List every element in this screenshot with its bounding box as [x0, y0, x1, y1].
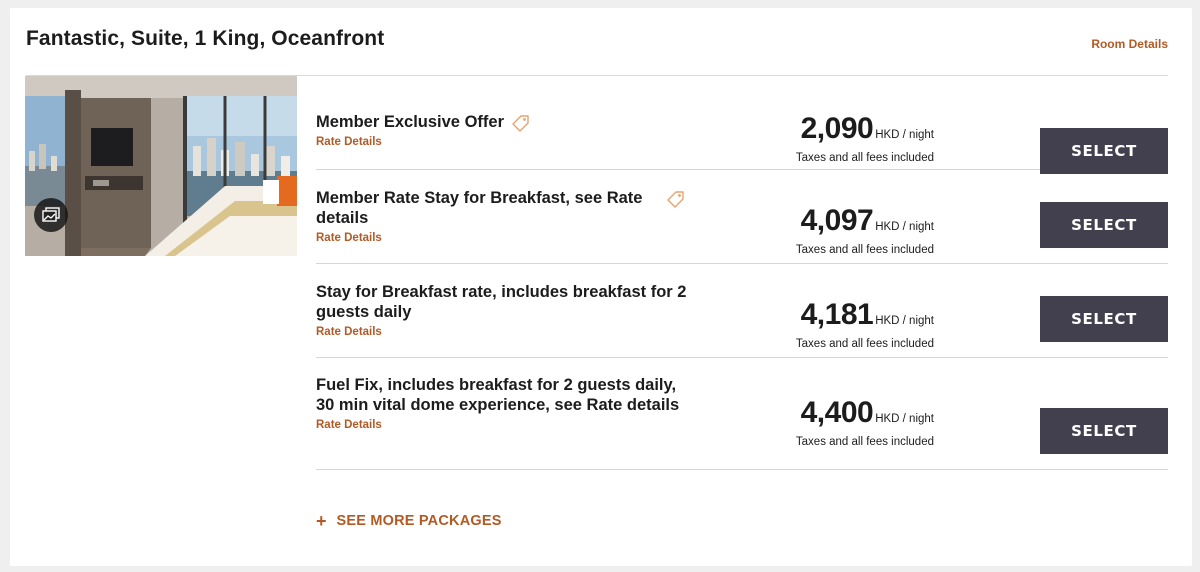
price-unit: HKD / night — [875, 221, 934, 233]
see-more-label: SEE MORE PACKAGES — [336, 513, 502, 529]
price-amount: 4,400 — [800, 396, 874, 429]
tag-icon — [667, 191, 684, 208]
rate-row: Member Exclusive Offer Rate Details 2,09… — [316, 76, 1168, 174]
room-photo[interactable] — [25, 76, 297, 256]
room-card: Fantastic, Suite, 1 King, Oceanfront Roo… — [10, 8, 1192, 566]
rate-name: Member Rate Stay for Breakfast, see Rate… — [316, 189, 643, 227]
plus-icon: + — [316, 511, 327, 531]
rate-name-block: Member Rate Stay for Breakfast, see Rate… — [316, 188, 676, 244]
rate-name: Stay for Breakfast rate, includes breakf… — [316, 283, 687, 321]
select-button[interactable]: SELECT — [1040, 202, 1168, 248]
rate-list: Member Exclusive Offer Rate Details 2,09… — [316, 76, 1168, 470]
price-amount: 2,090 — [800, 112, 874, 145]
tax-note: Taxes and all fees included — [795, 436, 934, 448]
rate-details-link[interactable]: Rate Details — [316, 136, 696, 148]
rate-row: Stay for Breakfast rate, includes breakf… — [316, 264, 1168, 358]
tax-note: Taxes and all fees included — [795, 338, 934, 350]
see-more-packages-button[interactable]: + SEE MORE PACKAGES — [316, 511, 502, 531]
price-amount: 4,181 — [800, 298, 874, 331]
room-title: Fantastic, Suite, 1 King, Oceanfront — [26, 27, 385, 50]
rate-details-link[interactable]: Rate Details — [316, 232, 676, 244]
rate-name-block: Member Exclusive Offer Rate Details — [316, 112, 696, 148]
price-unit: HKD / night — [875, 315, 934, 327]
select-button[interactable]: SELECT — [1040, 128, 1168, 174]
tag-icon — [512, 115, 529, 132]
price-unit: HKD / night — [875, 413, 934, 425]
rate-name-block: Stay for Breakfast rate, includes breakf… — [316, 282, 696, 338]
price-block: 4,097 HKD / night Taxes and all fees incl… — [796, 204, 934, 256]
rate-row: Member Rate Stay for Breakfast, see Rate… — [316, 170, 1168, 264]
select-button[interactable]: SELECT — [1040, 296, 1168, 342]
rate-name: Member Exclusive Offer — [316, 113, 504, 131]
rate-name: Fuel Fix, includes breakfast for 2 guest… — [316, 376, 680, 414]
price-amount: 4,097 — [800, 204, 874, 237]
rate-details-link[interactable]: Rate Details — [316, 326, 696, 338]
select-button[interactable]: SELECT — [1040, 408, 1168, 454]
room-details-link[interactable]: Room Details — [1091, 37, 1168, 51]
rate-row: Fuel Fix, includes breakfast for 2 guest… — [316, 358, 1168, 470]
tax-note: Taxes and all fees included — [795, 152, 934, 164]
tax-note: Taxes and all fees included — [795, 244, 934, 256]
price-unit: HKD / night — [875, 129, 934, 141]
rate-details-link[interactable]: Rate Details — [316, 419, 696, 431]
price-block: 4,181 HKD / night Taxes and all fees incl… — [796, 298, 934, 350]
gallery-icon[interactable] — [34, 198, 68, 232]
price-block: 2,090 HKD / night Taxes and all fees incl… — [796, 112, 934, 164]
price-block: 4,400 HKD / night Taxes and all fees incl… — [796, 396, 934, 448]
rate-name-block: Fuel Fix, includes breakfast for 2 guest… — [316, 375, 696, 431]
